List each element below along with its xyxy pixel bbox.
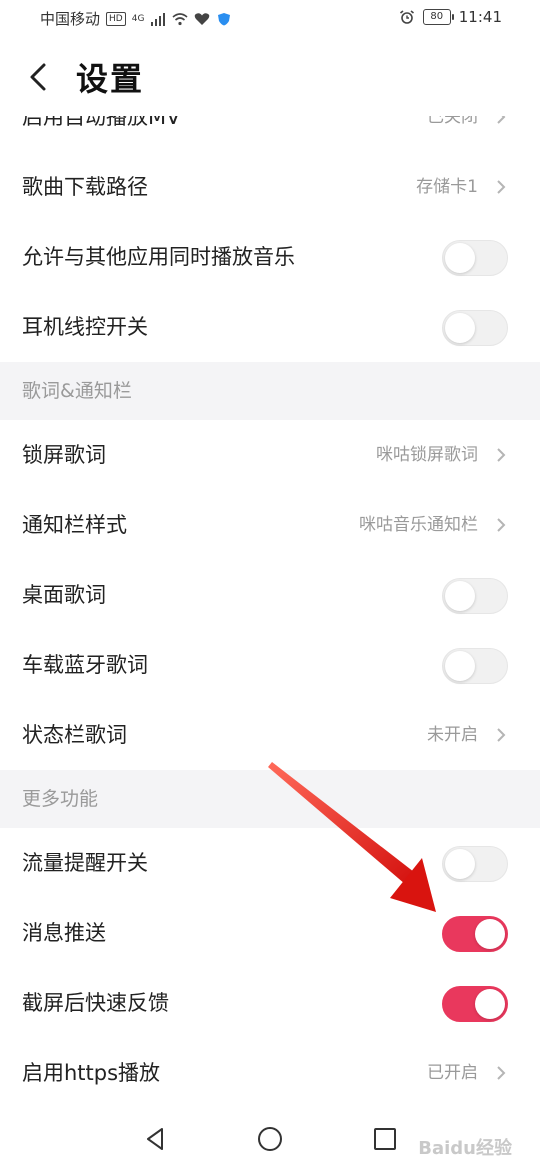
watermark-logo: Baidu经验 — [418, 1138, 512, 1159]
row-inner: 启用自动播放MV 已关闭 — [0, 116, 540, 152]
settings-row-headset-control: 耳机线控开关 — [0, 292, 540, 362]
row-label: 状态栏歌词 — [22, 723, 127, 747]
section-title: 歌词&通知栏 — [22, 380, 132, 402]
shield-icon — [218, 12, 231, 25]
settings-row-download-path[interactable]: 歌曲下载路径 存储卡1 — [0, 152, 540, 222]
settings-row-push-notifications: 消息推送 — [0, 898, 540, 968]
settings-row-autoplay-mv[interactable]: 启用自动播放MV 已关闭 — [0, 116, 540, 152]
mix-audio-toggle[interactable] — [442, 240, 508, 276]
push-notifications-toggle[interactable] — [442, 916, 508, 952]
screenshot-feedback-toggle[interactable] — [442, 986, 508, 1022]
row-value: 咪咕音乐通知栏 — [359, 515, 478, 535]
row-value: 已关闭 — [427, 116, 478, 127]
car-bluetooth-lyrics-toggle[interactable] — [442, 648, 508, 684]
battery-indicator: 80 — [422, 9, 454, 25]
clock-time: 11:41 — [458, 8, 502, 26]
chevron-right-icon — [497, 728, 506, 742]
settings-row-screenshot-feedback: 截屏后快速反馈 — [0, 968, 540, 1038]
settings-row-data-reminder: 流量提醒开关 — [0, 828, 540, 898]
desktop-lyrics-toggle[interactable] — [442, 578, 508, 614]
section-header-lyrics: 歌词&通知栏 — [0, 362, 540, 420]
status-left: 中国移动 HD 4G — [40, 8, 232, 29]
network-type: 4G — [131, 13, 145, 24]
row-value: 存储卡1 — [416, 177, 478, 197]
headset-control-toggle[interactable] — [442, 310, 508, 346]
settings-row-car-bluetooth-lyrics: 车载蓝牙歌词 — [0, 630, 540, 700]
square-recent-icon[interactable] — [370, 1124, 400, 1154]
page-title: 设置 — [76, 60, 145, 98]
toggle-knob — [445, 313, 475, 343]
settings-list: 启用自动播放MV 已关闭 歌曲下载路径 存储卡1 允许与其他应用同时播放音乐 耳… — [0, 116, 540, 1108]
chevron-right-icon — [497, 1066, 506, 1080]
hd-badge: HD — [106, 11, 126, 26]
triangle-back-icon[interactable] — [140, 1124, 170, 1154]
status-right: 80 11:41 — [399, 8, 502, 26]
toggle-knob — [445, 581, 475, 611]
chevron-right-icon — [497, 116, 506, 124]
settings-row-statusbar-lyrics[interactable]: 状态栏歌词 未开启 — [0, 700, 540, 770]
toggle-knob — [445, 651, 475, 681]
row-label: 允许与其他应用同时播放音乐 — [22, 245, 295, 269]
chevron-right-icon — [497, 448, 506, 462]
row-label: 桌面歌词 — [22, 583, 106, 607]
row-label: 流量提醒开关 — [22, 851, 148, 875]
settings-row-notification-style[interactable]: 通知栏样式 咪咕音乐通知栏 — [0, 490, 540, 560]
back-arrow-icon[interactable] — [26, 62, 50, 92]
row-label: 截屏后快速反馈 — [22, 991, 169, 1015]
row-value: 未开启 — [427, 725, 478, 745]
status-bar: 中国移动 HD 4G 80 11:41 — [0, 0, 540, 36]
row-label: 锁屏歌词 — [22, 443, 106, 467]
alarm-icon — [399, 10, 414, 24]
row-label: 耳机线控开关 — [22, 315, 148, 339]
toggle-knob — [475, 919, 505, 949]
wifi-icon — [172, 12, 188, 25]
header-bar: 设置 — [0, 40, 540, 116]
carrier-name: 中国移动 — [40, 10, 101, 28]
signal-icon — [151, 12, 166, 26]
toggle-knob — [445, 243, 475, 273]
chevron-right-icon — [497, 180, 506, 194]
settings-row-https-playback[interactable]: 启用https播放 已开启 — [0, 1038, 540, 1108]
circle-home-icon[interactable] — [255, 1124, 285, 1154]
row-value: 已开启 — [427, 1063, 478, 1083]
row-label: 启用https播放 — [22, 1061, 161, 1085]
toggle-knob — [445, 849, 475, 879]
row-label: 通知栏样式 — [22, 513, 127, 537]
settings-row-lockscreen-lyrics[interactable]: 锁屏歌词 咪咕锁屏歌词 — [0, 420, 540, 490]
row-label: 车载蓝牙歌词 — [22, 653, 148, 677]
settings-row-desktop-lyrics: 桌面歌词 — [0, 560, 540, 630]
row-value: 咪咕锁屏歌词 — [376, 445, 478, 465]
toggle-knob — [475, 989, 505, 1019]
settings-row-mix-audio: 允许与其他应用同时播放音乐 — [0, 222, 540, 292]
chevron-right-icon — [497, 518, 506, 532]
settings-screen: 中国移动 HD 4G 80 11:41 设置 启用自动播放MV 已关闭 歌曲下载… — [0, 0, 540, 1170]
health-heart-icon — [195, 12, 210, 25]
row-label: 歌曲下载路径 — [22, 175, 148, 199]
section-title: 更多功能 — [22, 788, 99, 810]
data-reminder-toggle[interactable] — [442, 846, 508, 882]
row-label: 启用自动播放MV — [22, 116, 181, 129]
row-label: 消息推送 — [22, 921, 106, 945]
system-nav-bar: Baidu经验 — [0, 1110, 540, 1170]
section-header-more: 更多功能 — [0, 770, 540, 828]
